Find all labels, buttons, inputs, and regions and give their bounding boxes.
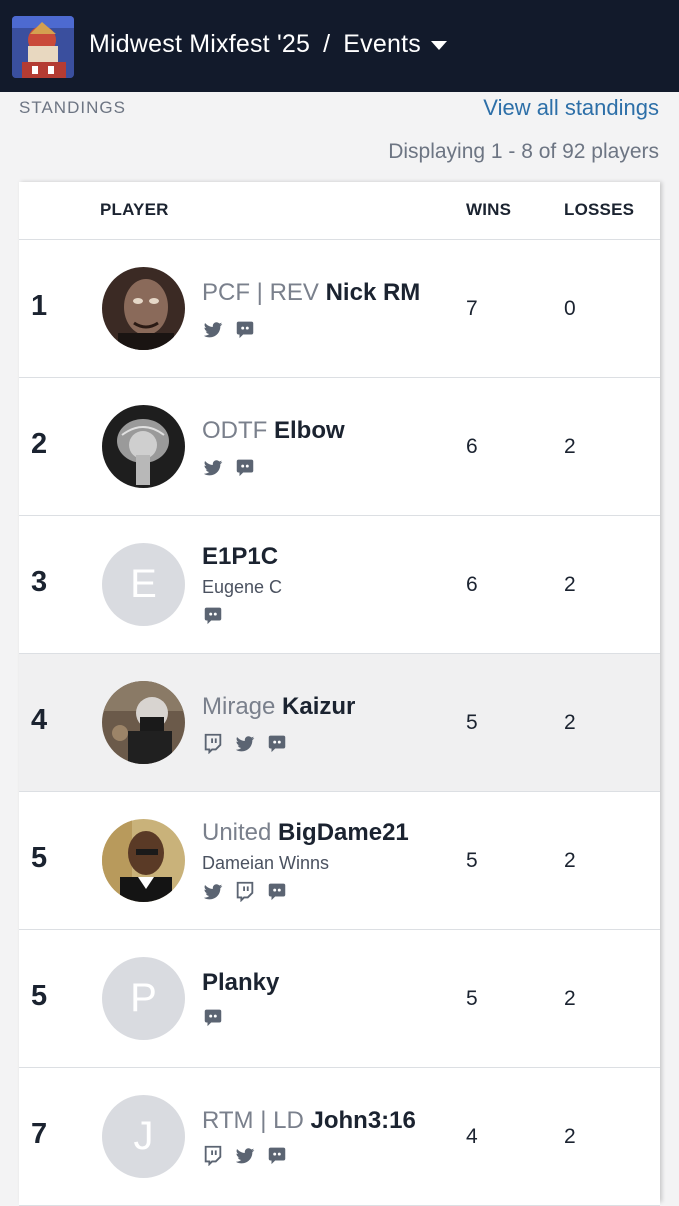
wins-value: 5 bbox=[466, 711, 478, 734]
discord-icon[interactable] bbox=[266, 880, 288, 907]
sponsor-prefix: RTM | LD bbox=[202, 1107, 304, 1134]
tournament-logo[interactable] bbox=[12, 16, 74, 78]
twitter-icon[interactable] bbox=[202, 318, 224, 345]
twitter-icon[interactable] bbox=[234, 1144, 256, 1171]
top-bar: Midwest Mixfest '25 / Events bbox=[0, 0, 679, 92]
table-row[interactable]: 3 E E1P1C Eugene C 6 2 bbox=[19, 516, 660, 654]
player-name[interactable]: E1P1C bbox=[202, 543, 278, 571]
avatar[interactable] bbox=[102, 819, 185, 902]
player-name[interactable]: RTM | LD John3:16 bbox=[202, 1107, 416, 1135]
rank: 7 bbox=[31, 1118, 48, 1150]
sponsor-prefix: United bbox=[202, 819, 272, 846]
gamer-tag: Nick RM bbox=[325, 279, 421, 306]
wins-value: 6 bbox=[466, 573, 478, 596]
avatar[interactable] bbox=[102, 681, 185, 764]
gamer-tag: John3:16 bbox=[310, 1107, 416, 1134]
wins-value: 4 bbox=[466, 1125, 478, 1148]
social-links bbox=[202, 1144, 288, 1171]
avatar[interactable]: E bbox=[102, 543, 185, 626]
discord-icon[interactable] bbox=[234, 318, 256, 345]
losses-value: 2 bbox=[564, 573, 576, 596]
twitch-icon[interactable] bbox=[234, 880, 256, 907]
twitch-icon[interactable] bbox=[202, 1144, 224, 1171]
sponsor-prefix: Mirage bbox=[202, 693, 276, 720]
table-row[interactable]: 5 P Planky 5 2 bbox=[19, 930, 660, 1068]
player-name[interactable]: PCF | REV Nick RM bbox=[202, 279, 420, 307]
column-header-player: PLAYER bbox=[100, 200, 169, 219]
twitch-icon[interactable] bbox=[202, 732, 224, 759]
discord-icon[interactable] bbox=[266, 1144, 288, 1171]
breadcrumb: Midwest Mixfest '25 / Events bbox=[89, 30, 447, 59]
avatar[interactable]: J bbox=[102, 1095, 185, 1178]
avatar[interactable] bbox=[102, 267, 185, 350]
rank: 4 bbox=[31, 704, 48, 736]
view-all-standings-link[interactable]: View all standings bbox=[483, 95, 659, 121]
rank: 3 bbox=[31, 566, 48, 598]
rank: 1 bbox=[31, 290, 48, 322]
standings-heading: STANDINGS bbox=[19, 98, 126, 117]
pagination-summary: Displaying 1 - 8 of 92 players bbox=[388, 140, 659, 163]
social-links bbox=[202, 318, 256, 345]
wins-value: 7 bbox=[466, 297, 478, 320]
player-name[interactable]: United BigDame21 bbox=[202, 819, 409, 847]
discord-icon[interactable] bbox=[234, 456, 256, 483]
player-name[interactable]: Mirage Kaizur bbox=[202, 693, 355, 721]
discord-icon[interactable] bbox=[202, 1006, 224, 1033]
gamer-tag: Elbow bbox=[274, 417, 345, 444]
avatar[interactable]: P bbox=[102, 957, 185, 1040]
losses-value: 2 bbox=[564, 435, 576, 458]
rank: 5 bbox=[31, 980, 48, 1012]
twitter-icon[interactable] bbox=[202, 456, 224, 483]
avatar[interactable] bbox=[102, 405, 185, 488]
losses-value: 2 bbox=[564, 987, 576, 1010]
table-row[interactable]: 2 ODTF Elbow 6 2 bbox=[19, 378, 660, 516]
chevron-down-icon[interactable] bbox=[430, 41, 447, 50]
breadcrumb-separator: / bbox=[323, 30, 331, 58]
social-links bbox=[202, 880, 288, 907]
wins-value: 5 bbox=[466, 849, 478, 872]
sponsor-prefix: PCF | REV bbox=[202, 279, 319, 306]
discord-icon[interactable] bbox=[266, 732, 288, 759]
twitter-icon[interactable] bbox=[234, 732, 256, 759]
breadcrumb-events[interactable]: Events bbox=[343, 30, 421, 59]
table-row[interactable]: 5 United BigDame21 Dameian Winns 5 2 bbox=[19, 792, 660, 930]
gamer-tag: Kaizur bbox=[282, 693, 356, 720]
wins-value: 6 bbox=[466, 435, 478, 458]
rank: 5 bbox=[31, 842, 48, 874]
real-name: Eugene C bbox=[202, 577, 283, 597]
discord-icon[interactable] bbox=[202, 604, 224, 631]
gamer-tag: BigDame21 bbox=[278, 819, 409, 846]
player-name[interactable]: Planky bbox=[202, 969, 279, 997]
losses-value: 2 bbox=[564, 849, 576, 872]
gamer-tag: E1P1C bbox=[202, 543, 279, 570]
player-name[interactable]: ODTF Elbow bbox=[202, 417, 345, 445]
social-links bbox=[202, 1006, 224, 1033]
table-row[interactable]: 7 J RTM | LD John3:16 4 2 bbox=[19, 1068, 660, 1206]
table-row[interactable]: 4 Mirage Kaizur 5 2 bbox=[19, 654, 660, 792]
social-links bbox=[202, 732, 288, 759]
social-links bbox=[202, 604, 224, 631]
wins-value: 5 bbox=[466, 987, 478, 1010]
real-name: Dameian Winns bbox=[202, 853, 330, 873]
table-header: PLAYER WINS LOSSES bbox=[19, 182, 660, 240]
standings-table: PLAYER WINS LOSSES 1 PCF | REV Nick RM 7… bbox=[19, 182, 660, 1206]
gamer-tag: Planky bbox=[202, 969, 280, 996]
column-header-losses: LOSSES bbox=[564, 200, 635, 219]
losses-value: 2 bbox=[564, 711, 576, 734]
twitter-icon[interactable] bbox=[202, 880, 224, 907]
column-header-wins: WINS bbox=[466, 200, 512, 219]
losses-value: 2 bbox=[564, 1125, 576, 1148]
social-links bbox=[202, 456, 256, 483]
breadcrumb-tournament[interactable]: Midwest Mixfest '25 bbox=[89, 30, 310, 59]
table-row[interactable]: 1 PCF | REV Nick RM 7 0 bbox=[19, 240, 660, 378]
losses-value: 0 bbox=[564, 297, 576, 320]
rank: 2 bbox=[31, 428, 48, 460]
sponsor-prefix: ODTF bbox=[202, 417, 268, 444]
